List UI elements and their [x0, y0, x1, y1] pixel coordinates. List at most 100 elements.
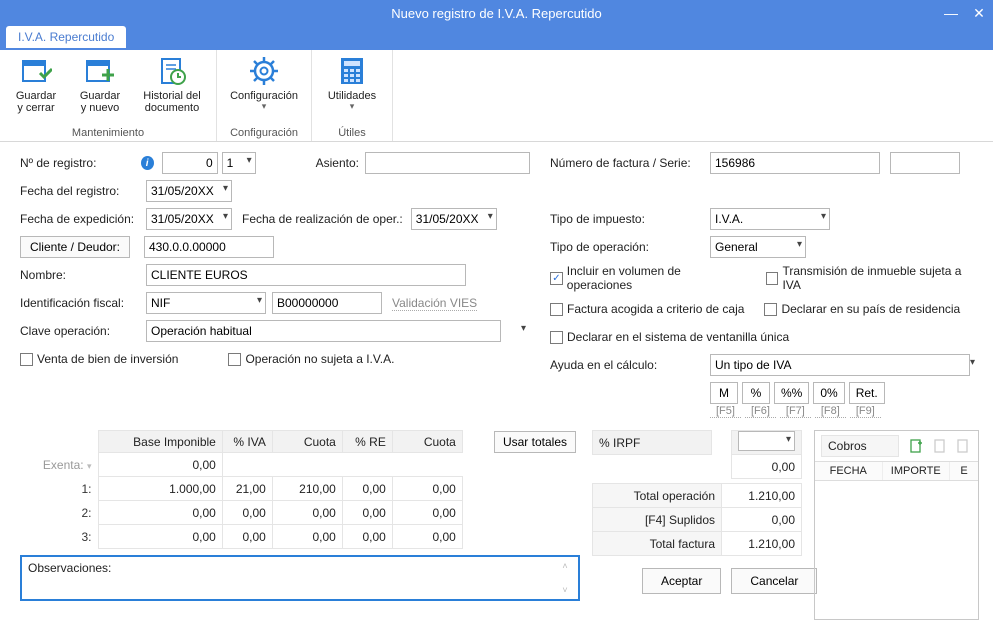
- numfactura-serie-input[interactable]: [890, 152, 960, 174]
- observaciones-textarea[interactable]: [128, 561, 558, 595]
- col-cuotare: Cuota: [392, 431, 462, 453]
- transmision-inmueble-checkbox[interactable]: Transmisión de inmueble sujeta a IVA: [766, 264, 979, 292]
- save-new-button[interactable]: Guardar y nuevo: [72, 54, 128, 114]
- calc-ret-button[interactable]: Ret.: [849, 382, 885, 404]
- ribbon: Guardar y cerrar Guardar y nuevo Histori…: [0, 50, 993, 142]
- ribbon-group-utiles: Utilidades ▾ Útiles: [312, 50, 393, 141]
- cell[interactable]: 0,00: [272, 525, 342, 549]
- suplidos-value[interactable]: 0,00: [722, 508, 802, 532]
- fechaexp-input[interactable]: [146, 208, 232, 230]
- fkey-f8: [F8]: [815, 405, 846, 418]
- irpf-type-select[interactable]: [738, 431, 795, 451]
- save-close-button[interactable]: Guardar y cerrar: [8, 54, 64, 114]
- ayuda-calc-select[interactable]: [710, 354, 970, 376]
- op-no-sujeta-checkbox[interactable]: Operación no sujeta a I.V.A.: [228, 352, 394, 366]
- table-row: Exenta: ▾ 0,00: [20, 453, 580, 477]
- fkey-f7: [F7]: [780, 405, 811, 418]
- asiento-input[interactable]: [365, 152, 530, 174]
- irpf-value[interactable]: 0,00: [732, 455, 802, 479]
- tipoop-select[interactable]: [710, 236, 806, 258]
- cliente-deudor-input[interactable]: [144, 236, 274, 258]
- cell[interactable]: 0,00: [98, 453, 222, 477]
- delete-cobro-icon[interactable]: [954, 437, 972, 455]
- cell[interactable]: 210,00: [272, 477, 342, 501]
- claveop-select[interactable]: [146, 320, 501, 342]
- venta-bien-inversion-checkbox[interactable]: Venta de bien de inversión: [20, 352, 178, 366]
- add-cobro-icon[interactable]: [907, 437, 925, 455]
- scrollbar-stub[interactable]: ˄˅: [558, 561, 572, 595]
- col-base: Base Imponible: [98, 431, 222, 453]
- ribbon-group-mantenimiento: Guardar y cerrar Guardar y nuevo Histori…: [0, 50, 217, 141]
- iva-lines-table: Base Imponible % IVA Cuota % RE Cuota Us…: [20, 430, 580, 549]
- cell[interactable]: 0,00: [222, 501, 272, 525]
- close-icon[interactable]: ✕: [969, 5, 989, 22]
- cell[interactable]: 0,00: [342, 477, 392, 501]
- cell[interactable]: 0,00: [342, 501, 392, 525]
- cell[interactable]: 0,00: [392, 501, 462, 525]
- edit-cobro-icon[interactable]: [931, 437, 949, 455]
- declarar-residencia-checkbox[interactable]: Declarar en su país de residencia: [764, 302, 960, 316]
- identfiscal-tipo-select[interactable]: [146, 292, 266, 314]
- identfiscal-num-input[interactable]: [272, 292, 382, 314]
- cell[interactable]: 21,00: [222, 477, 272, 501]
- suplidos-label[interactable]: [F4] Suplidos: [593, 508, 722, 532]
- total-op-value: 1.210,00: [722, 484, 802, 508]
- cell[interactable]: 0,00: [392, 525, 462, 549]
- config-button[interactable]: Configuración ▾: [225, 54, 303, 112]
- history-button[interactable]: Historial del documento: [136, 54, 208, 114]
- cobros-col-importe: IMPORTE: [883, 462, 951, 480]
- cobros-col-e: E: [950, 462, 978, 480]
- col-piva: % IVA: [222, 431, 272, 453]
- calc-0pct-button[interactable]: 0%: [813, 382, 844, 404]
- col-irpf: % IRPF: [593, 431, 712, 455]
- table-row: 1: 1.000,00 21,00 210,00 0,00 0,00: [20, 477, 580, 501]
- calc-m-button[interactable]: M: [710, 382, 738, 404]
- utils-button[interactable]: Utilidades ▾: [320, 54, 384, 112]
- declarar-ventanilla-checkbox[interactable]: Declarar en el sistema de ventanilla úni…: [550, 330, 789, 344]
- cell[interactable]: 0,00: [98, 525, 222, 549]
- total-op-label: Total operación: [593, 484, 722, 508]
- tipoimp-select[interactable]: [710, 208, 830, 230]
- ribbon-group-label: Configuración: [230, 125, 298, 139]
- cobros-body[interactable]: [815, 481, 978, 619]
- col-pre: % RE: [342, 431, 392, 453]
- cell[interactable]: 1.000,00: [98, 477, 222, 501]
- fecharegistro-input[interactable]: [146, 180, 232, 202]
- fechareal-input[interactable]: [411, 208, 497, 230]
- nregistro-serie-select[interactable]: [222, 152, 256, 174]
- info-icon[interactable]: i: [141, 156, 154, 170]
- incluir-volumen-checkbox[interactable]: Incluir en volumen de operaciones: [550, 264, 746, 292]
- calendar-new-icon: [83, 54, 117, 88]
- usar-totales-button[interactable]: Usar totales: [494, 431, 576, 453]
- window-title: Nuevo registro de I.V.A. Repercutido: [391, 6, 602, 21]
- fkey-f5: [F5]: [710, 405, 741, 418]
- cell[interactable]: 0,00: [222, 525, 272, 549]
- cliente-deudor-button[interactable]: Cliente / Deudor:: [20, 236, 130, 258]
- history-label: Historial del documento: [143, 90, 200, 114]
- fkey-f6: [F6]: [745, 405, 776, 418]
- minimize-icon[interactable]: —: [941, 5, 961, 21]
- cell[interactable]: 0,00: [98, 501, 222, 525]
- validacion-vies-link[interactable]: Validación VIES: [392, 296, 477, 311]
- observaciones-field[interactable]: Observaciones: ˄˅: [20, 555, 580, 601]
- asiento-label: Asiento:: [316, 156, 359, 170]
- save-new-label: Guardar y nuevo: [80, 90, 120, 114]
- nregistro-input[interactable]: [162, 152, 218, 174]
- cell[interactable]: 0,00: [392, 477, 462, 501]
- calc-pct-button[interactable]: %: [742, 382, 770, 404]
- factura-caja-checkbox[interactable]: Factura acogida a criterio de caja: [550, 302, 744, 316]
- tab-iva-repercutido[interactable]: I.V.A. Repercutido: [6, 26, 126, 48]
- cell[interactable]: 0,00: [342, 525, 392, 549]
- cell[interactable]: 0,00: [272, 501, 342, 525]
- fkey-f9: [F9]: [850, 405, 881, 418]
- calendar-save-icon: [19, 54, 53, 88]
- nombre-input[interactable]: [146, 264, 466, 286]
- window-titlebar: Nuevo registro de I.V.A. Repercutido — ✕: [0, 0, 993, 26]
- numfactura-input[interactable]: [710, 152, 880, 174]
- claveop-label: Clave operación:: [20, 324, 146, 338]
- calc-pctpct-button[interactable]: %%: [774, 382, 809, 404]
- accept-button[interactable]: Aceptar: [642, 568, 721, 594]
- numfactura-label: Número de factura / Serie:: [550, 156, 710, 170]
- cancel-button[interactable]: Cancelar: [731, 568, 817, 594]
- fecharegistro-label: Fecha del registro:: [20, 184, 146, 198]
